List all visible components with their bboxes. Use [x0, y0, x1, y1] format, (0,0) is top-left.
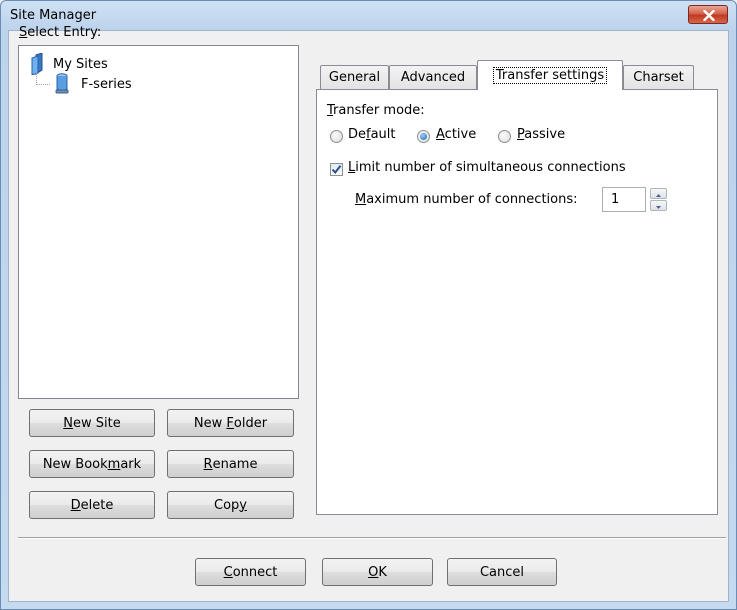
- max-connections-input[interactable]: 1: [602, 187, 646, 212]
- rename-button[interactable]: Rename: [167, 450, 294, 478]
- tree-label: My Sites: [53, 56, 108, 72]
- transfer-mode-label: Transfer mode:: [327, 103, 425, 118]
- arrow-up-icon: [656, 194, 661, 197]
- arrow-down-icon: [656, 206, 661, 209]
- radio-default-label[interactable]: Default: [348, 127, 396, 142]
- folder-icon: [31, 53, 43, 75]
- tab-label: Charset: [633, 70, 684, 85]
- tab-label: Advanced: [400, 70, 466, 85]
- server-icon: [55, 73, 69, 94]
- checkmark-icon: [331, 165, 342, 175]
- tree-label: F-series: [81, 76, 132, 92]
- tab-label: General: [328, 70, 381, 85]
- radio-default[interactable]: [330, 130, 343, 143]
- tab-label: Transfer settings: [492, 67, 608, 84]
- tree-item-f-series[interactable]: F-series: [53, 73, 132, 95]
- close-button[interactable]: [688, 5, 728, 24]
- ok-button[interactable]: OK: [322, 558, 433, 586]
- window-title: Site Manager: [10, 8, 97, 23]
- tab-transfer-settings[interactable]: Transfer settings: [477, 60, 623, 90]
- new-folder-button[interactable]: New Folder: [167, 409, 294, 437]
- radio-passive[interactable]: [498, 130, 511, 143]
- tab-charset[interactable]: Charset: [623, 65, 694, 89]
- max-connections-label: Maximum number of connections:: [355, 192, 578, 207]
- new-bookmark-button[interactable]: New Book m ark: [29, 450, 155, 478]
- site-tree[interactable]: My Sites F-series: [18, 45, 299, 399]
- tree-connector: [36, 73, 50, 85]
- tab-advanced[interactable]: Advanced: [389, 65, 477, 89]
- radio-active[interactable]: [417, 130, 430, 143]
- radio-active-label[interactable]: Active: [436, 127, 476, 142]
- delete-button[interactable]: Delete: [29, 491, 155, 519]
- limit-connections-checkbox[interactable]: [330, 163, 343, 176]
- spin-up-button[interactable]: [650, 188, 667, 199]
- new-site-button[interactable]: New Site: [29, 409, 155, 437]
- tab-general[interactable]: General: [320, 65, 389, 89]
- tree-item-my-sites[interactable]: My Sites: [29, 53, 108, 75]
- close-icon: [703, 10, 715, 21]
- transfer-settings-panel: Transfer mode: Default Active Passive Li…: [316, 89, 718, 515]
- limit-connections-label[interactable]: Limit number of simultaneous connections: [348, 160, 626, 175]
- connect-button[interactable]: Connect: [195, 558, 306, 586]
- footer-separator: [18, 537, 726, 539]
- title-bar[interactable]: Site Manager: [1, 1, 736, 31]
- copy-button[interactable]: Cop y: [167, 491, 294, 519]
- spin-down-button[interactable]: [650, 200, 667, 211]
- cancel-button[interactable]: Cancel: [447, 558, 557, 586]
- radio-passive-label[interactable]: Passive: [517, 127, 565, 142]
- select-entry-label: Select Entry:: [19, 25, 102, 40]
